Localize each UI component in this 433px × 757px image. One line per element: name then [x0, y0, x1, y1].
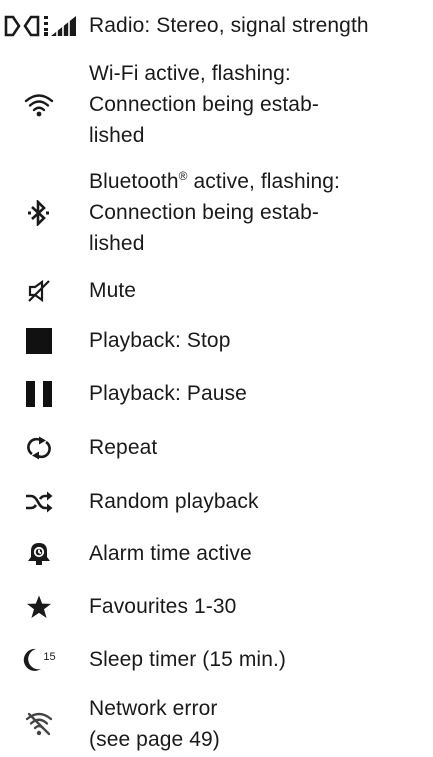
bluetooth-line-rest: active, flashing: [193, 170, 340, 193]
legend-line: Connection being estab- [89, 93, 319, 116]
wifi-icon [0, 58, 78, 151]
legend-line: Playback: Stop [89, 329, 231, 352]
bluetooth-icon [0, 166, 78, 259]
registered-mark: ® [178, 169, 188, 183]
legend-row-random: Random playback [0, 486, 433, 517]
legend-text-sleep: Sleep timer (15 min.) [89, 644, 429, 675]
legend-line: Bluetooth® active, flashing: [89, 166, 429, 197]
network-error-icon [0, 693, 78, 755]
legend-text-mute: Mute [89, 275, 429, 306]
legend-text-stop: Playback: Stop [89, 325, 429, 356]
legend-line: Radio: Stereo, signal strength [89, 14, 369, 37]
legend-text-random: Random playback [89, 486, 429, 517]
legend-line: lished [89, 124, 145, 147]
legend-line: Random playback [89, 490, 259, 513]
legend-line: Network error [89, 697, 218, 720]
legend-line: (see page 49) [89, 728, 220, 751]
star-icon [0, 591, 78, 622]
legend-text-pause: Playback: Pause [89, 378, 429, 409]
legend-text-bluetooth: Bluetooth® active, flashing: Connection … [89, 166, 429, 259]
legend-line: Playback: Pause [89, 382, 247, 405]
alarm-bell-icon [0, 538, 78, 569]
repeat-icon [0, 432, 78, 463]
legend-line: Sleep timer (15 min.) [89, 648, 286, 671]
legend-text-network-error: Network error (see page 49) [89, 693, 429, 755]
shuffle-icon [0, 486, 78, 517]
stop-icon [0, 325, 78, 356]
legend-text-radio-stereo: Radio: Stereo, signal strength [89, 10, 429, 41]
legend-line: Alarm time active [89, 542, 252, 565]
legend-row-alarm: Alarm time active [0, 538, 433, 569]
legend-row-repeat: Repeat [0, 432, 433, 463]
legend-line: Favourites 1-30 [89, 595, 237, 618]
legend-text-repeat: Repeat [89, 432, 429, 463]
bluetooth-word: Bluetooth [89, 170, 179, 193]
sleep-timer-minutes: 15 [43, 650, 56, 663]
mute-icon [0, 275, 78, 306]
legend-text-alarm: Alarm time active [89, 538, 429, 569]
legend-row-pause: Playback: Pause [0, 378, 433, 409]
legend-row-wifi: Wi-Fi active, flashing: Connection being… [0, 58, 433, 151]
stereo-signal-icon [4, 10, 82, 41]
legend-row-mute: Mute [0, 275, 433, 306]
legend-row-favourites: Favourites 1-30 [0, 591, 433, 622]
legend-row-sleep: 15 Sleep timer (15 min.) [0, 644, 433, 675]
legend-text-favourites: Favourites 1-30 [89, 591, 429, 622]
sleep-timer-icon: 15 [0, 644, 78, 675]
legend-line: Wi-Fi active, flashing: [89, 62, 291, 85]
legend-row-stop: Playback: Stop [0, 325, 433, 356]
legend-row-network-error: Network error (see page 49) [0, 693, 433, 755]
moon-shape [24, 648, 42, 671]
legend-line: Mute [89, 279, 137, 302]
legend-row-bluetooth: Bluetooth® active, flashing: Connection … [0, 166, 433, 259]
pause-icon [0, 378, 78, 409]
legend-text-wifi: Wi-Fi active, flashing: Connection being… [89, 58, 429, 151]
legend-line: Repeat [89, 436, 158, 459]
legend-row-radio-stereo: Radio: Stereo, signal strength [0, 10, 433, 41]
legend-line: Connection being estab- [89, 201, 319, 224]
legend-line: lished [89, 232, 145, 255]
